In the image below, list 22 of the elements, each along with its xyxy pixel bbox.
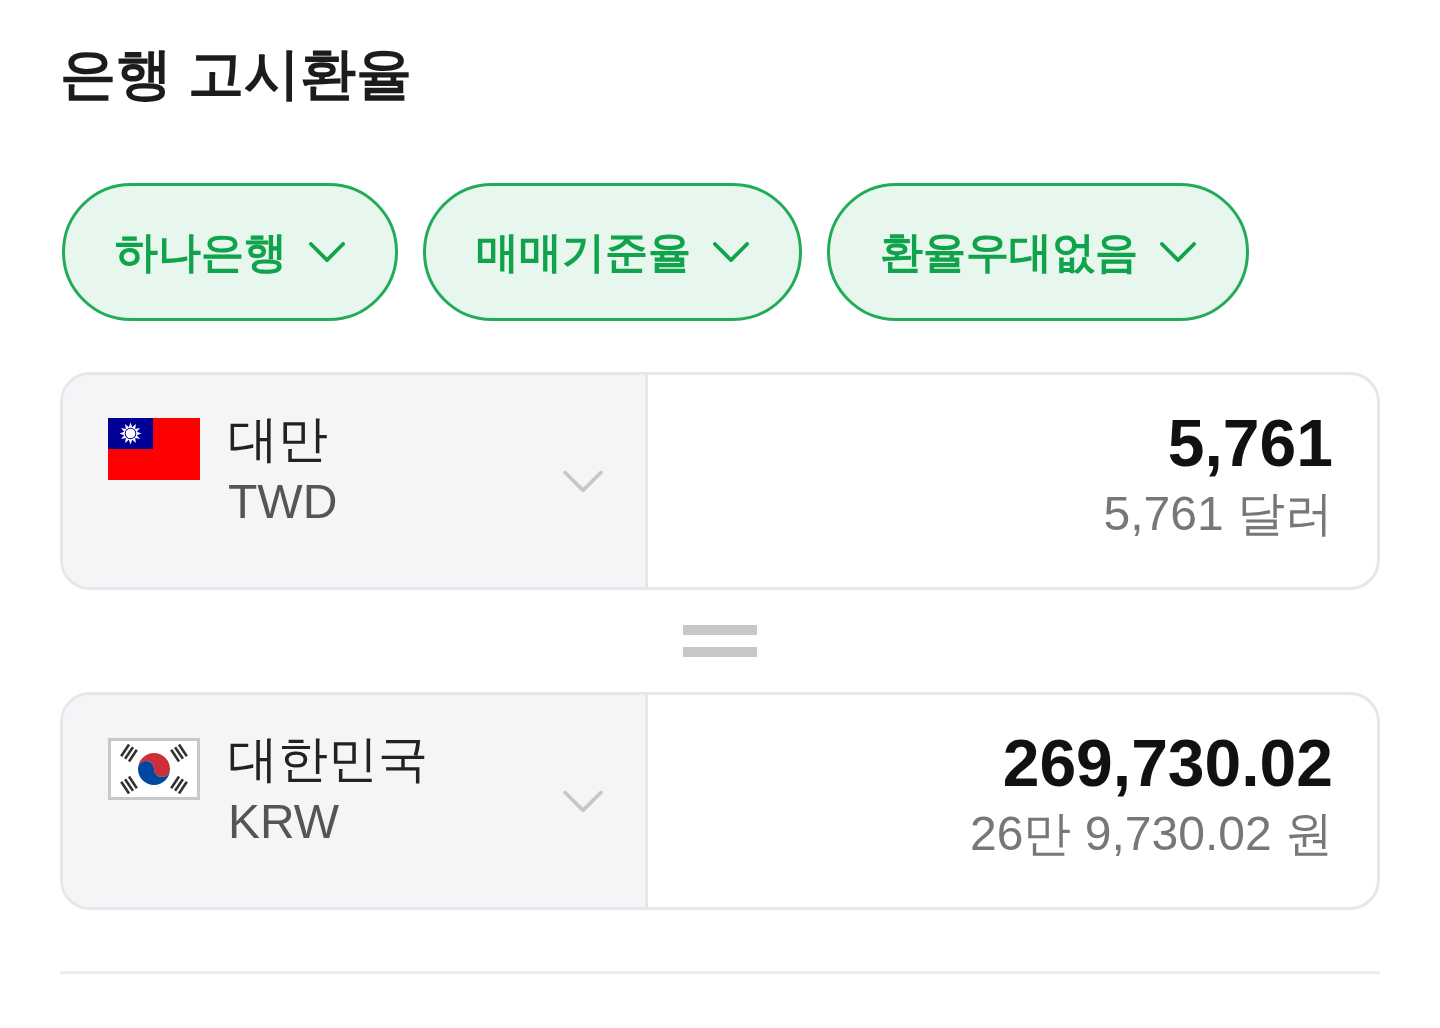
currency-selector[interactable]: 대한민국 KRW [63, 695, 648, 907]
korea-flag-icon [108, 738, 200, 800]
filter-dropdown[interactable]: 하나은행 [62, 183, 398, 321]
equals-icon [683, 625, 757, 657]
amount-value: 5,761 [1167, 405, 1333, 482]
filter-dropdown[interactable]: 환율우대없음 [827, 183, 1249, 321]
page-title: 은행 고시환율 [60, 41, 412, 107]
chevron-down-icon [713, 241, 749, 263]
amount-value: 269,730.02 [1002, 725, 1333, 802]
amount-in-words: 26만 9,730.02 원 [970, 806, 1333, 862]
amount-in-words: 5,761 달러 [1103, 486, 1333, 542]
currency-code: KRW [228, 794, 341, 850]
chevron-down-icon [309, 241, 345, 263]
currency-selector[interactable]: 대만 TWD [63, 375, 648, 587]
country-name: 대한민국 [228, 730, 428, 789]
filter-dropdown[interactable]: 매매기준율 [423, 183, 802, 321]
chevron-down-icon [1160, 241, 1196, 263]
chevron-down-icon [563, 470, 603, 494]
chevron-down-icon [563, 790, 603, 814]
currency-code: TWD [228, 474, 338, 530]
taiwan-flag-icon [108, 418, 200, 480]
country-name: 대만 [228, 410, 329, 469]
